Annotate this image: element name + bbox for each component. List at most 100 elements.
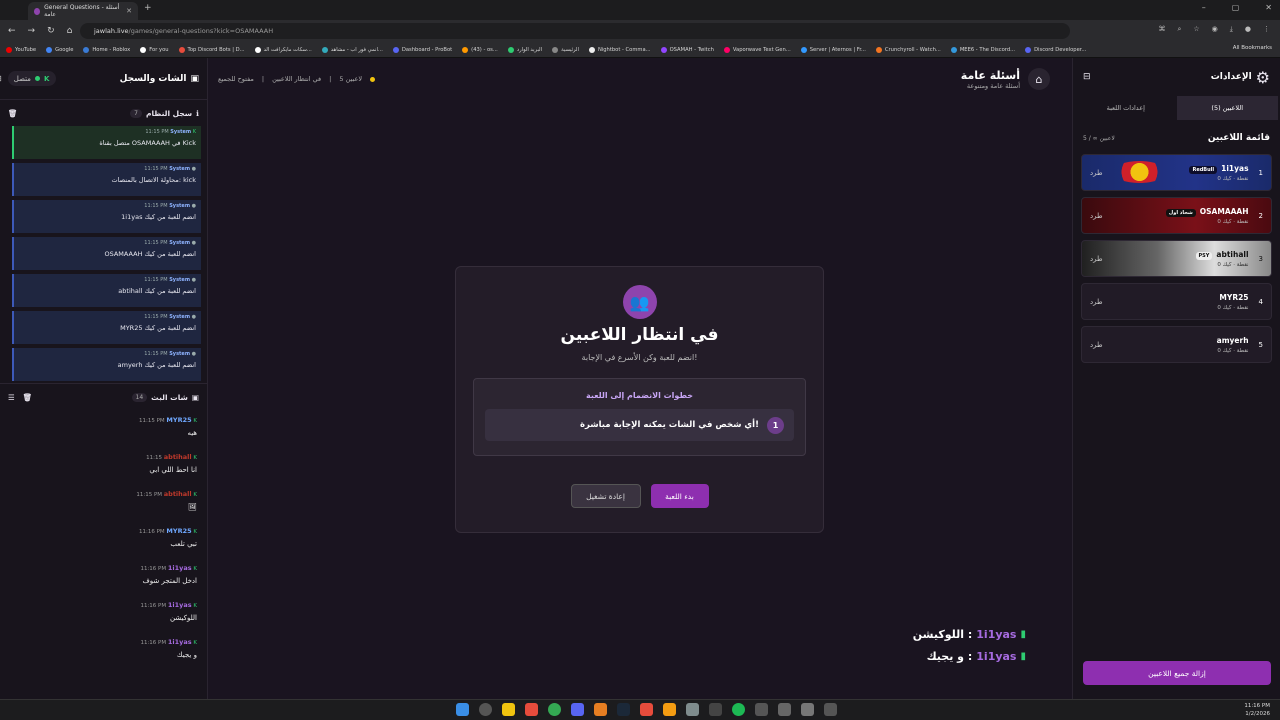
- app-icon[interactable]: [640, 703, 653, 716]
- collapse-panel-icon[interactable]: ⊟: [1083, 72, 1091, 82]
- back-icon[interactable]: ←: [8, 26, 16, 36]
- profile-icon[interactable]: ●: [1245, 25, 1251, 34]
- minimize-icon[interactable]: –: [1202, 3, 1206, 12]
- steam-icon[interactable]: [617, 703, 630, 716]
- collapse-panel-icon[interactable]: ⊟: [0, 74, 2, 83]
- discord-icon[interactable]: [571, 703, 584, 716]
- menu-icon[interactable]: ⋮: [1263, 25, 1270, 34]
- translate-icon[interactable]: ⌘: [1158, 25, 1165, 34]
- bookmark-item[interactable]: Dashboard - ProBot: [392, 46, 452, 53]
- connection-status: ⊟ متصل K: [0, 71, 57, 86]
- browser-tab[interactable]: General Questions - أسئلة عامة ✕: [28, 2, 138, 20]
- restart-button[interactable]: إعادة تشغيل: [570, 484, 641, 508]
- filter-icon[interactable]: ☰: [8, 393, 15, 402]
- clear-log-icon[interactable]: 🗑: [8, 109, 18, 118]
- app-icon[interactable]: [594, 703, 607, 716]
- list-item: 11:15 PM System ● OSAMAAAH انضم للعبة من…: [12, 237, 201, 270]
- star-icon[interactable]: ☆: [1193, 25, 1199, 34]
- bookmark-item[interactable]: Server | Aternos | Fr...: [800, 46, 866, 53]
- join-steps: خطوات الانضمام إلى اللعبة أي شخص في الشا…: [473, 378, 806, 456]
- bookmark-item[interactable]: البريد الوارد: [507, 46, 542, 53]
- system-clock[interactable]: 11:16 PM 1/2/2026: [1244, 702, 1270, 718]
- players-list-title: قائمة اللاعبين: [1207, 133, 1270, 143]
- bookmark-item[interactable]: MEE6 - The Discord...: [950, 46, 1015, 53]
- spotify-icon[interactable]: [732, 703, 745, 716]
- player-badge: RedBull: [1189, 165, 1218, 174]
- clock-date: 1/2/2026: [1245, 711, 1270, 717]
- steps-title: خطوات الانضمام إلى اللعبة: [585, 391, 693, 400]
- open-status: مفتوح للجميع: [218, 75, 254, 83]
- address-bar[interactable]: jawlah.live/games/general-questions?kick…: [80, 23, 1070, 39]
- home-icon[interactable]: ⌂: [67, 26, 73, 36]
- file-explorer-icon[interactable]: [502, 703, 515, 716]
- search-icon[interactable]: [479, 703, 492, 716]
- kick-button[interactable]: طرد: [1090, 341, 1103, 349]
- app-icon[interactable]: [686, 703, 699, 716]
- app-icon[interactable]: [824, 703, 837, 716]
- close-window-icon[interactable]: ✕: [1265, 3, 1272, 12]
- status-label: متصل: [13, 74, 31, 83]
- app-icon[interactable]: [709, 703, 722, 716]
- bookmark-item[interactable]: For you: [140, 46, 169, 53]
- list-item: 11:15 PM System ● محاولة الاتصال بالمنصا…: [12, 163, 201, 196]
- bookmark-item[interactable]: الرئيسية: [552, 46, 579, 53]
- download-icon[interactable]: ⤓: [1230, 25, 1233, 34]
- clear-chat-icon[interactable]: 🗑: [23, 393, 33, 402]
- bookmark-item[interactable]: OSAMAH - Twitch: [660, 46, 714, 53]
- tab-players[interactable]: اللاعبين (5): [1176, 96, 1278, 120]
- bookmark-item[interactable]: (43) - os...: [462, 46, 498, 53]
- all-bookmarks-button[interactable]: All Bookmarks: [1233, 45, 1272, 51]
- player-row: طرد amyerh 0 نقطة · كيك 5: [1081, 326, 1272, 363]
- bookmark-item[interactable]: Vaporwave Text Gen...: [723, 46, 791, 53]
- tab-game-settings[interactable]: إعدادات اللعبة: [1075, 96, 1177, 120]
- bookmark-item[interactable]: Top Discord Bots | D...: [178, 46, 245, 53]
- bookmark-item[interactable]: انمي فور اب - مشاهد...: [321, 46, 383, 53]
- browser-tabstrip: General Questions - أسئلة عامة ✕ + – ▢ ✕: [0, 0, 1280, 20]
- app-icon[interactable]: [525, 703, 538, 716]
- bookmark-item[interactable]: YouTube: [6, 46, 36, 53]
- bookmark-item[interactable]: Nightbot - Comma...: [588, 46, 651, 53]
- extension-icon[interactable]: ◉: [1212, 25, 1218, 34]
- app-icon[interactable]: [778, 703, 791, 716]
- kick-button[interactable]: طرد: [1090, 255, 1103, 263]
- bookmark-item[interactable]: Home - Roblox: [83, 46, 130, 53]
- app-root: ⊟ متصل K الشات والسجل ▣ 🗑 7 سجل النظام ℹ…: [0, 58, 1280, 699]
- extensions-bar: ⌘ ⌕ ☆ ◉ ⤓ ● ⋮: [1158, 25, 1270, 34]
- bookmark-item[interactable]: Crunchyroll - Watch...: [875, 46, 941, 53]
- player-rank: 5: [1258, 340, 1263, 349]
- chat-message: 11:16 PM 1i1yas K ادخل المتجر شوف: [140, 564, 197, 585]
- forward-icon[interactable]: →: [28, 26, 36, 36]
- remove-all-players-button[interactable]: إزالة جميع اللاعبين: [1083, 661, 1271, 685]
- player-badge: شحاذ اول: [1165, 208, 1196, 217]
- player-badge: PSY: [1195, 251, 1213, 260]
- info-icon: ●: [191, 203, 196, 209]
- step-text: أي شخص في الشات يمكنه الإجابة مباشرة!: [579, 420, 759, 430]
- app-icon[interactable]: [755, 703, 768, 716]
- start-game-button[interactable]: بدء اللعبة: [650, 484, 709, 508]
- bookmark-item[interactable]: سكات مايكرافت الد...: [254, 46, 312, 53]
- settings-panel: ⊟ الإعدادات ⚙ إعدادات اللعبة اللاعبين (5…: [1072, 58, 1280, 699]
- bookmark-item[interactable]: Google: [46, 46, 73, 53]
- maximize-icon[interactable]: ▢: [1232, 3, 1240, 12]
- kick-button[interactable]: طرد: [1090, 298, 1103, 306]
- reload-icon[interactable]: ↻: [47, 26, 55, 36]
- system-log-count: 7: [130, 108, 142, 118]
- chrome-icon[interactable]: [548, 703, 561, 716]
- redbull-banner-image: [1112, 161, 1167, 183]
- bookmark-item[interactable]: Discord Developer...: [1025, 46, 1086, 53]
- kick-button[interactable]: طرد: [1090, 212, 1103, 220]
- start-icon[interactable]: [456, 703, 469, 716]
- kick-button[interactable]: طرد: [1090, 169, 1103, 177]
- app-icon[interactable]: [801, 703, 814, 716]
- info-icon: ●: [191, 314, 196, 320]
- player-row: طرد شحاذ اول OSAMAAAH 0 نقطة · كيك 2: [1081, 197, 1272, 234]
- app-icon[interactable]: [663, 703, 676, 716]
- info-icon: ●: [191, 351, 196, 357]
- step-item: أي شخص في الشات يمكنه الإجابة مباشرة! 1: [485, 409, 794, 441]
- chat-message: 11:15 PM MYR25 K هيه: [138, 416, 197, 437]
- zoom-icon[interactable]: ⌕: [1177, 25, 1181, 34]
- chat-log-panel: ⊟ متصل K الشات والسجل ▣ 🗑 7 سجل النظام ℹ…: [0, 58, 208, 699]
- home-button[interactable]: ⌂: [1028, 68, 1050, 90]
- new-tab-icon[interactable]: +: [144, 3, 152, 13]
- close-tab-icon[interactable]: ✕: [126, 7, 132, 15]
